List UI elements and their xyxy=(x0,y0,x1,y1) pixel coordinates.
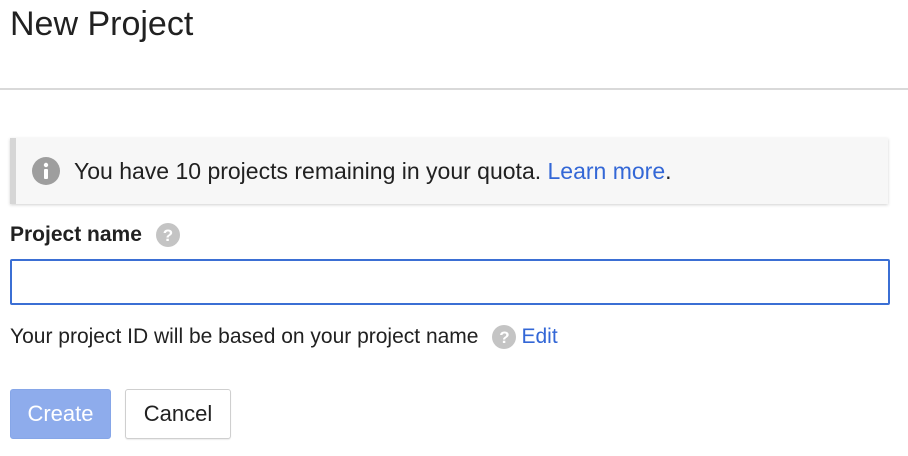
quota-message: You have 10 projects remaining in your q… xyxy=(74,157,542,184)
new-project-page: New Project You have 10 projects remaini… xyxy=(0,0,908,456)
project-id-help-icon[interactable]: ? xyxy=(492,325,517,349)
project-name-input[interactable] xyxy=(10,259,890,305)
header-divider xyxy=(0,88,908,90)
project-id-line: Your project ID will be based on your pr… xyxy=(10,322,558,352)
project-name-label-row: Project name ? xyxy=(10,220,180,250)
project-name-label: Project name xyxy=(10,223,142,246)
page-title: New Project xyxy=(10,5,194,43)
learn-more-link[interactable]: Learn more xyxy=(548,158,666,184)
info-icon xyxy=(32,157,60,185)
project-id-description: Your project ID will be based on your pr… xyxy=(10,325,479,348)
project-name-help-icon[interactable]: ? xyxy=(155,223,180,247)
edit-project-id-link[interactable]: Edit xyxy=(521,325,557,349)
quota-notice-text: You have 10 projects remaining in your q… xyxy=(74,158,672,185)
quota-notice: You have 10 projects remaining in your q… xyxy=(10,138,888,204)
quota-notice-period: . xyxy=(665,157,672,184)
create-button[interactable]: Create xyxy=(10,389,111,439)
cancel-button[interactable]: Cancel xyxy=(125,389,231,439)
